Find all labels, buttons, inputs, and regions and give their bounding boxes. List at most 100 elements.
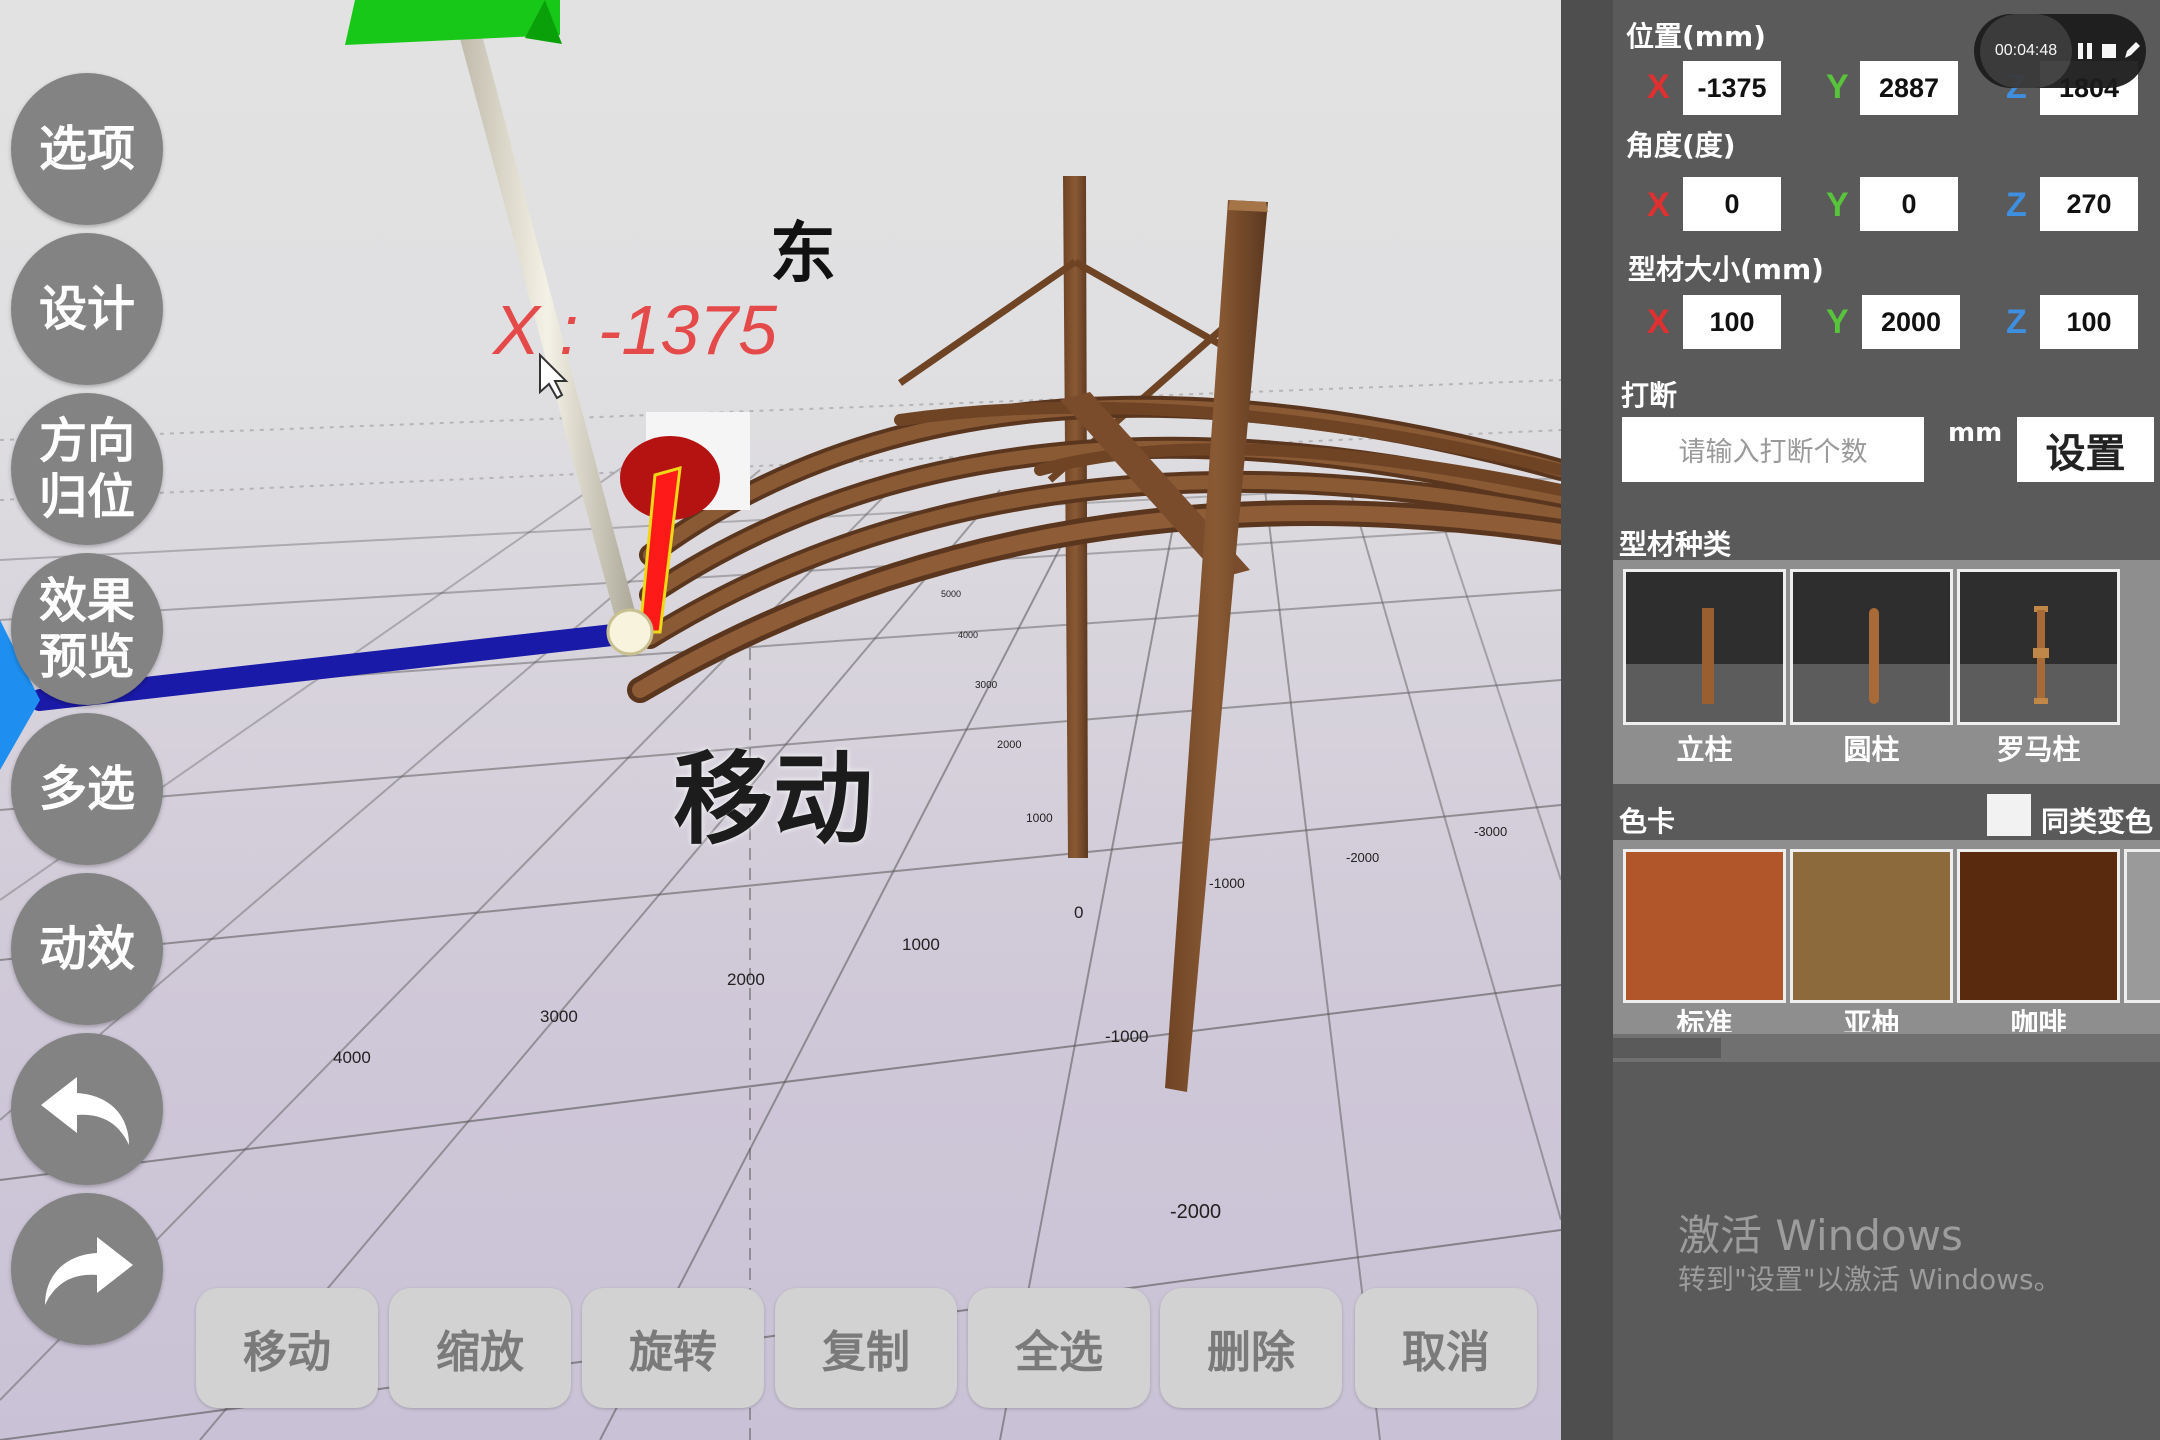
direction-label: 东 bbox=[770, 215, 836, 292]
position-x-field[interactable]: -1375 bbox=[1683, 61, 1781, 115]
pen-icon bbox=[2125, 42, 2140, 58]
select-all-button[interactable]: 全选 bbox=[968, 1288, 1150, 1408]
grid-label: 3000 bbox=[540, 1007, 578, 1026]
cancel-button[interactable]: 取消 bbox=[1355, 1288, 1537, 1408]
redo-button[interactable] bbox=[11, 1193, 163, 1345]
copy-button[interactable]: 复制 bbox=[775, 1288, 957, 1408]
grid-label: 2000 bbox=[997, 739, 1021, 751]
profile-label: 罗马柱 bbox=[1996, 733, 2081, 766]
scale-button[interactable]: 缩放 bbox=[389, 1288, 571, 1408]
animation-button[interactable]: 动效 bbox=[11, 873, 163, 1025]
move-button[interactable]: 移动 bbox=[196, 1288, 378, 1408]
profile-card-standing-post[interactable] bbox=[1623, 569, 1786, 725]
delete-button[interactable]: 删除 bbox=[1160, 1288, 1342, 1408]
grid-label: 3000 bbox=[975, 680, 998, 691]
effect-preview-label-1: 效果 bbox=[38, 573, 135, 629]
3d-viewport[interactable]: 4000 3000 2000 1000 0 -1000 -2000 -3000 … bbox=[0, 0, 1561, 1440]
profile-type-title: 型材种类 bbox=[1619, 528, 1732, 561]
swatch-partial[interactable] bbox=[2124, 849, 2160, 1003]
pergola-model[interactable] bbox=[627, 176, 1561, 1092]
coordinate-readout: X : -1375 bbox=[493, 291, 778, 369]
design-label: 设计 bbox=[38, 281, 135, 337]
options-button[interactable]: 选项 bbox=[11, 73, 163, 225]
grid-label: 1000 bbox=[902, 935, 940, 954]
effect-preview-label-2: 预览 bbox=[38, 629, 135, 685]
size-z-axis-label: Z bbox=[2006, 303, 2027, 341]
profile-card-roman-column[interactable] bbox=[1957, 569, 2120, 725]
angle-z-axis-label: Z bbox=[2006, 186, 2027, 224]
panel-edge bbox=[1561, 0, 1613, 1440]
multi-select-label: 多选 bbox=[38, 761, 135, 817]
reset-direction-button[interactable]: 方向 归位 bbox=[11, 393, 163, 545]
reset-direction-label-1: 方向 bbox=[38, 413, 135, 469]
recorder-controls[interactable] bbox=[2078, 40, 2140, 62]
scale-label: 缩放 bbox=[436, 1327, 524, 1378]
effect-preview-button[interactable]: 效果 预览 bbox=[11, 553, 163, 705]
design-button[interactable]: 设计 bbox=[11, 233, 163, 385]
recording-timer: 00:04:48 bbox=[1980, 14, 2072, 88]
position-x-axis-label: X bbox=[1647, 68, 1670, 106]
cancel-label: 取消 bbox=[1402, 1327, 1490, 1378]
break-count-input[interactable]: 请输入打断个数 bbox=[1622, 417, 1924, 482]
break-title: 打断 bbox=[1621, 379, 1678, 412]
undo-icon bbox=[41, 1077, 129, 1145]
size-z-field[interactable]: 100 bbox=[2040, 295, 2138, 349]
swatch-label: 标准 bbox=[1676, 1007, 1733, 1032]
activation-watermark-hint: 转到"设置"以激活 Windows。 bbox=[1678, 1263, 2062, 1296]
angle-x-field[interactable]: 0 bbox=[1683, 177, 1781, 231]
mode-label: 移动 bbox=[673, 741, 873, 858]
grid-label: 4000 bbox=[958, 630, 978, 640]
profile-label: 立柱 bbox=[1676, 733, 1733, 766]
grid-label: -1000 bbox=[1105, 1027, 1148, 1046]
size-y-axis-label: Y bbox=[1826, 303, 1849, 341]
rotate-button[interactable]: 旋转 bbox=[582, 1288, 764, 1408]
swatch-scrollbar-track[interactable] bbox=[1613, 1034, 2160, 1062]
grid-label: 1000 bbox=[1026, 811, 1053, 825]
position-y-axis-label: Y bbox=[1826, 68, 1849, 106]
same-type-recolor-checkbox[interactable] bbox=[1987, 794, 2031, 836]
angle-title: 角度(度) bbox=[1626, 129, 1736, 162]
swatch-label: 亚柚 bbox=[1843, 1007, 1900, 1032]
size-title: 型材大小(mm) bbox=[1628, 253, 1824, 286]
reset-direction-label-2: 归位 bbox=[38, 469, 135, 525]
screen-recorder-widget[interactable]: 00:04:48 bbox=[1974, 14, 2146, 88]
same-type-recolor-label: 同类变色 bbox=[2041, 805, 2154, 838]
redo-icon bbox=[45, 1237, 133, 1305]
copy-label: 复制 bbox=[822, 1327, 910, 1378]
stop-icon bbox=[2102, 44, 2116, 58]
gizmo-center-handle bbox=[606, 608, 654, 656]
undo-button[interactable] bbox=[11, 1033, 163, 1185]
size-x-field[interactable]: 100 bbox=[1683, 295, 1781, 349]
swatch-scrollbar-thumb[interactable] bbox=[1613, 1038, 1721, 1058]
angle-z-field[interactable]: 270 bbox=[2040, 177, 2138, 231]
swatch-label: 咖啡 bbox=[2010, 1007, 2067, 1032]
animation-label: 动效 bbox=[38, 921, 135, 977]
property-panel: 位置(mm) X -1375 Y 2887 Z 1804 角度(度) X 0 Y… bbox=[1561, 0, 2160, 1440]
grid-label: -2000 bbox=[1346, 850, 1379, 865]
delete-label: 删除 bbox=[1207, 1327, 1295, 1378]
grid-label: -1000 bbox=[1209, 875, 1245, 891]
set-button[interactable]: 设置 bbox=[2017, 417, 2154, 482]
angle-y-field[interactable]: 0 bbox=[1860, 177, 1958, 231]
grid-label: -3000 bbox=[1474, 824, 1507, 839]
grid-label: 0 bbox=[1074, 903, 1083, 922]
angle-y-axis-label: Y bbox=[1826, 186, 1849, 224]
profile-card-round-post[interactable] bbox=[1790, 569, 1953, 725]
pause-icon bbox=[2078, 43, 2083, 59]
rotate-label: 旋转 bbox=[629, 1327, 717, 1378]
floor-grid bbox=[0, 379, 1561, 1440]
size-y-field[interactable]: 2000 bbox=[1862, 295, 1960, 349]
grid-label: 2000 bbox=[727, 970, 765, 989]
swatch-teak[interactable] bbox=[1790, 849, 1953, 1003]
swatch-standard[interactable] bbox=[1623, 849, 1786, 1003]
color-card-title: 色卡 bbox=[1619, 805, 1676, 838]
position-y-field[interactable]: 2887 bbox=[1860, 61, 1958, 115]
grid-label: 5000 bbox=[941, 589, 961, 599]
multi-select-button[interactable]: 多选 bbox=[11, 713, 163, 865]
activation-watermark-title: 激活 Windows bbox=[1678, 1211, 1963, 1260]
move-label: 移动 bbox=[243, 1327, 331, 1378]
swatch-coffee[interactable] bbox=[1957, 849, 2120, 1003]
angle-x-axis-label: X bbox=[1647, 186, 1670, 224]
grid-label: 4000 bbox=[333, 1048, 371, 1067]
position-title: 位置(mm) bbox=[1626, 20, 1766, 53]
